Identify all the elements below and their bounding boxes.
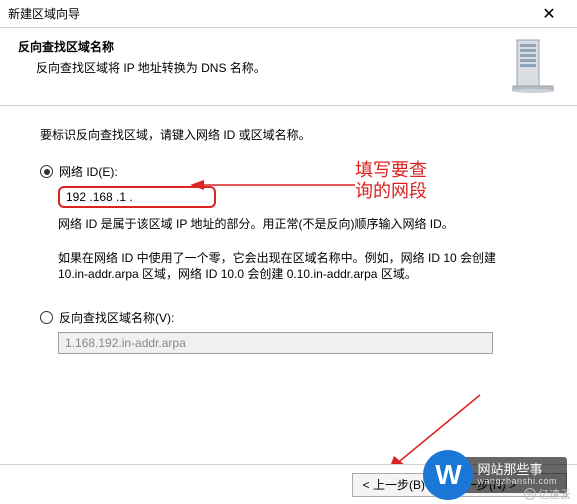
header-text: 反向查找区域名称 反向查找区域将 IP 地址转换为 DNS 名称。 xyxy=(18,38,497,76)
note-line2: 10.in-addr.arpa 区域，网络 ID 10.0 会创建 0.10.i… xyxy=(58,266,537,283)
prompt-text: 要标识反向查找区域，请键入网络 ID 或区域名称。 xyxy=(40,126,537,143)
back-button-label: < 上一步(B) xyxy=(363,476,425,493)
header-subtitle: 反向查找区域将 IP 地址转换为 DNS 名称。 xyxy=(18,59,497,76)
close-button[interactable]: ✕ xyxy=(529,3,569,25)
radio-network-id[interactable]: 网络 ID(E): xyxy=(40,163,537,180)
radio-icon-selected xyxy=(40,165,53,178)
radio-zone-name-label: 反向查找区域名称(V): xyxy=(59,309,174,326)
network-id-hint: 网络 ID 是属于该区域 IP 地址的部分。用正常(不是反向)顺序输入网络 ID… xyxy=(40,216,537,283)
wizard-header: 反向查找区域名称 反向查找区域将 IP 地址转换为 DNS 名称。 xyxy=(0,28,577,106)
close-icon: ✕ xyxy=(542,4,555,24)
network-id-value: 192 .168 .1 . xyxy=(66,190,133,204)
next-button-label: 下一步(N) > xyxy=(453,476,516,493)
header-title: 反向查找区域名称 xyxy=(18,38,497,55)
wizard-content: 要标识反向查找区域，请键入网络 ID 或区域名称。 网络 ID(E): 192 … xyxy=(0,106,577,354)
titlebar: 新建区域向导 ✕ xyxy=(0,0,577,28)
corner-watermark-text: 亿速云 xyxy=(538,486,571,502)
hint-line1: 网络 ID 是属于该区域 IP 地址的部分。用正常(不是反向)顺序输入网络 ID… xyxy=(58,216,537,233)
zone-name-value: 1.168.192.in-addr.arpa xyxy=(65,336,186,350)
radio-network-id-label: 网络 ID(E): xyxy=(59,163,118,180)
annotation-text: 填写要查 询的网段 xyxy=(355,160,427,201)
corner-watermark-icon: % xyxy=(524,488,536,500)
server-icon xyxy=(507,38,559,93)
radio-icon-unselected xyxy=(40,311,53,324)
back-button[interactable]: < 上一步(B) xyxy=(352,473,436,497)
window-title: 新建区域向导 xyxy=(8,5,529,22)
radio-zone-name[interactable]: 反向查找区域名称(V): xyxy=(40,309,537,326)
button-bar: < 上一步(B) 下一步(N) > xyxy=(0,464,577,504)
corner-watermark: % 亿速云 xyxy=(524,486,571,502)
zone-name-readonly: 1.168.192.in-addr.arpa xyxy=(58,332,493,354)
note-line1: 如果在网络 ID 中使用了一个零，它会出现在区域名称中。例如，网络 ID 10 … xyxy=(58,250,537,267)
network-id-input[interactable]: 192 .168 .1 . xyxy=(58,186,216,208)
